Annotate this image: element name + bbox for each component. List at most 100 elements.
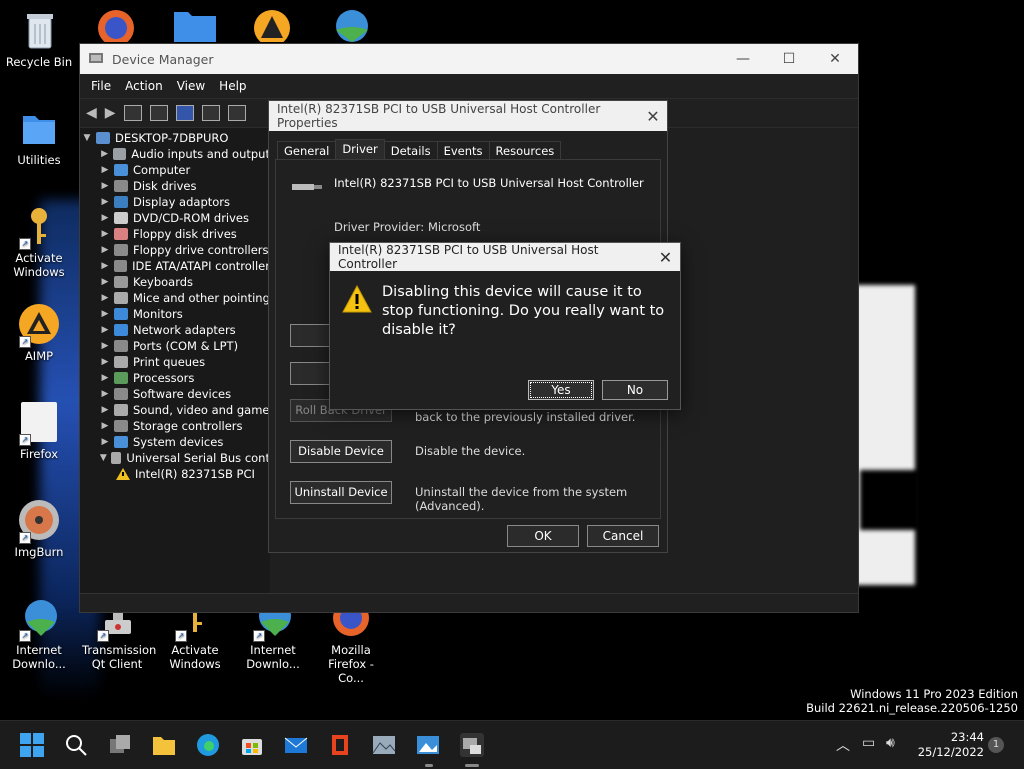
properties-icon[interactable] xyxy=(123,105,142,121)
list-icon[interactable] xyxy=(149,105,168,121)
uninstall-device-button[interactable]: Uninstall Device xyxy=(290,481,392,504)
tree-item[interactable]: ▶ System devices xyxy=(80,434,270,450)
ok-button[interactable]: OK xyxy=(507,525,579,547)
tree-item[interactable]: ▶ Disk drives xyxy=(80,178,270,194)
confirm-disable-dialog[interactable]: Intel(R) 82371SB PCI to USB Universal Ho… xyxy=(329,242,681,410)
firefox-icon[interactable] xyxy=(94,6,138,46)
desktop-icon-recycle-bin[interactable]: Recycle Bin xyxy=(4,8,74,69)
tree-item[interactable]: ▶ Monitors xyxy=(80,306,270,322)
globe-download-icon[interactable] xyxy=(328,6,374,42)
notification-badge[interactable]: 1 xyxy=(988,737,1004,753)
chevron-down-icon[interactable]: ▼ xyxy=(80,130,94,146)
close-icon[interactable]: ✕ xyxy=(651,248,680,267)
tree-item[interactable]: ▶ Sound, video and game xyxy=(80,402,270,418)
start-icon[interactable] xyxy=(20,733,44,757)
photos-icon[interactable] xyxy=(372,733,396,757)
chevron-right-icon[interactable]: ▶ xyxy=(98,370,112,386)
tree-item[interactable]: ▶ Storage controllers xyxy=(80,418,270,434)
tree-item[interactable]: ▶ Floppy drive controllers xyxy=(80,242,270,258)
system-clock[interactable]: 23:44 25/12/2022 xyxy=(918,730,984,760)
chevron-right-icon[interactable]: ▶ xyxy=(98,418,112,434)
menu-view[interactable]: View xyxy=(170,79,212,93)
tree-item[interactable]: ▶ IDE ATA/ATAPI controller xyxy=(80,258,270,274)
chevron-right-icon[interactable]: ▶ xyxy=(98,258,112,274)
menu-file[interactable]: File xyxy=(84,79,118,93)
chevron-right-icon[interactable]: ▶ xyxy=(98,322,112,338)
no-button[interactable]: No xyxy=(602,380,668,400)
minimize-button[interactable]: — xyxy=(720,51,766,67)
chevron-right-icon[interactable]: ▶ xyxy=(98,290,112,306)
chevron-right-icon[interactable]: ▶ xyxy=(98,274,112,290)
chevron-right-icon[interactable]: ▶ xyxy=(98,434,112,450)
search-icon[interactable] xyxy=(64,733,88,757)
chevron-right-icon[interactable]: ▶ xyxy=(98,226,112,242)
chevron-right-icon[interactable]: ▶ xyxy=(98,146,111,162)
desktop-icon-aimp[interactable]: ↗ AIMP xyxy=(4,302,74,363)
tree-item[interactable]: ▶ Keyboards xyxy=(80,274,270,290)
close-icon[interactable]: ✕ xyxy=(639,107,667,126)
file-explorer-icon[interactable] xyxy=(152,733,176,757)
tree-item[interactable]: ▶ Display adaptors xyxy=(80,194,270,210)
tree-item[interactable]: ▶ Print queues xyxy=(80,354,270,370)
chevron-right-icon[interactable]: ▶ xyxy=(98,162,112,178)
desktop-icon-firefox[interactable]: ↗ Firefox xyxy=(4,400,74,461)
desktop-icon-imgburn[interactable]: ↗ ImgBurn xyxy=(4,498,74,559)
office-icon[interactable] xyxy=(328,733,352,757)
edge-icon[interactable] xyxy=(196,733,220,757)
disable-device-button[interactable]: Disable Device xyxy=(290,440,392,463)
chevron-right-icon[interactable]: ▶ xyxy=(98,306,112,322)
chevron-right-icon[interactable]: ▶ xyxy=(98,386,112,402)
tree-item[interactable]: ▶ DVD/CD-ROM drives xyxy=(80,210,270,226)
mail-icon[interactable] xyxy=(284,733,308,757)
tree-item-label: Mice and other pointing xyxy=(133,291,270,305)
desktop-icon-activate-windows[interactable]: ↗ Activate Windows xyxy=(4,204,74,279)
volume-icon[interactable]: 🔊︎ xyxy=(886,735,895,751)
tree-item-usb-controller[interactable]: Intel(R) 82371SB PCI xyxy=(80,466,270,482)
tab-driver[interactable]: Driver xyxy=(335,139,385,160)
menu-help[interactable]: Help xyxy=(212,79,253,93)
help-icon[interactable] xyxy=(175,105,194,121)
network-icon[interactable]: ▭ xyxy=(862,735,875,751)
tree-item[interactable]: ▶ Software devices xyxy=(80,386,270,402)
tree-item[interactable]: ▶ Audio inputs and output xyxy=(80,146,270,162)
tree-item[interactable]: ▶ Processors xyxy=(80,370,270,386)
chevron-right-icon[interactable]: ▶ xyxy=(98,194,112,210)
chevron-down-icon[interactable]: ▼ xyxy=(98,450,109,466)
tree-root[interactable]: ▼ DESKTOP-7DBPURO xyxy=(80,130,270,146)
tree-item[interactable]: ▶ Computer xyxy=(80,162,270,178)
device-category-icon xyxy=(114,420,128,432)
chevron-right-icon[interactable]: ▶ xyxy=(98,242,112,258)
cancel-button[interactable]: Cancel xyxy=(587,525,659,547)
chevron-right-icon[interactable]: ▶ xyxy=(98,178,112,194)
dialog-title-bar[interactable]: Intel(R) 82371SB PCI to USB Universal Ho… xyxy=(269,101,667,131)
desktop-icon-utilities[interactable]: Utilities xyxy=(4,106,74,167)
device-manager-icon[interactable] xyxy=(460,733,484,757)
tree-item-label: Floppy drive controllers xyxy=(133,243,269,257)
chevron-right-icon[interactable]: ▶ xyxy=(98,354,112,370)
dialog-title-bar[interactable]: Intel(R) 82371SB PCI to USB Universal Ho… xyxy=(330,243,680,271)
tree-item[interactable]: ▼ Universal Serial Bus cont xyxy=(80,450,270,466)
task-view-icon[interactable] xyxy=(108,733,132,757)
forward-icon[interactable]: ▶ xyxy=(105,105,116,121)
tree-item[interactable]: ▶ Mice and other pointing xyxy=(80,290,270,306)
tree-item[interactable]: ▶ Network adapters xyxy=(80,322,270,338)
chevron-right-icon[interactable]: ▶ xyxy=(98,402,112,418)
tree-item[interactable]: ▶ Floppy disk drives xyxy=(80,226,270,242)
close-button[interactable]: ✕ xyxy=(812,51,858,67)
scan-icon[interactable] xyxy=(227,105,246,121)
aimp-icon[interactable] xyxy=(252,6,292,46)
menu-action[interactable]: Action xyxy=(118,79,170,93)
chevron-right-icon[interactable]: ▶ xyxy=(98,210,112,226)
back-icon[interactable]: ◀ xyxy=(86,105,97,121)
store-icon[interactable] xyxy=(240,733,264,757)
maximize-button[interactable]: ☐ xyxy=(766,51,812,67)
chevron-right-icon[interactable]: ▶ xyxy=(98,338,112,354)
chevron-up-icon[interactable]: ︿ xyxy=(836,735,850,755)
view-icon[interactable] xyxy=(201,105,220,121)
desktop-icon-internet-download[interactable]: ↗ Internet Downlo... xyxy=(4,596,74,671)
title-bar[interactable]: Device Manager — ☐ ✕ xyxy=(80,44,858,74)
tree-item[interactable]: ▶ Ports (COM & LPT) xyxy=(80,338,270,354)
folder-icon[interactable] xyxy=(172,8,218,42)
yes-button[interactable]: Yes xyxy=(528,380,594,400)
image-viewer-icon[interactable] xyxy=(416,733,440,757)
